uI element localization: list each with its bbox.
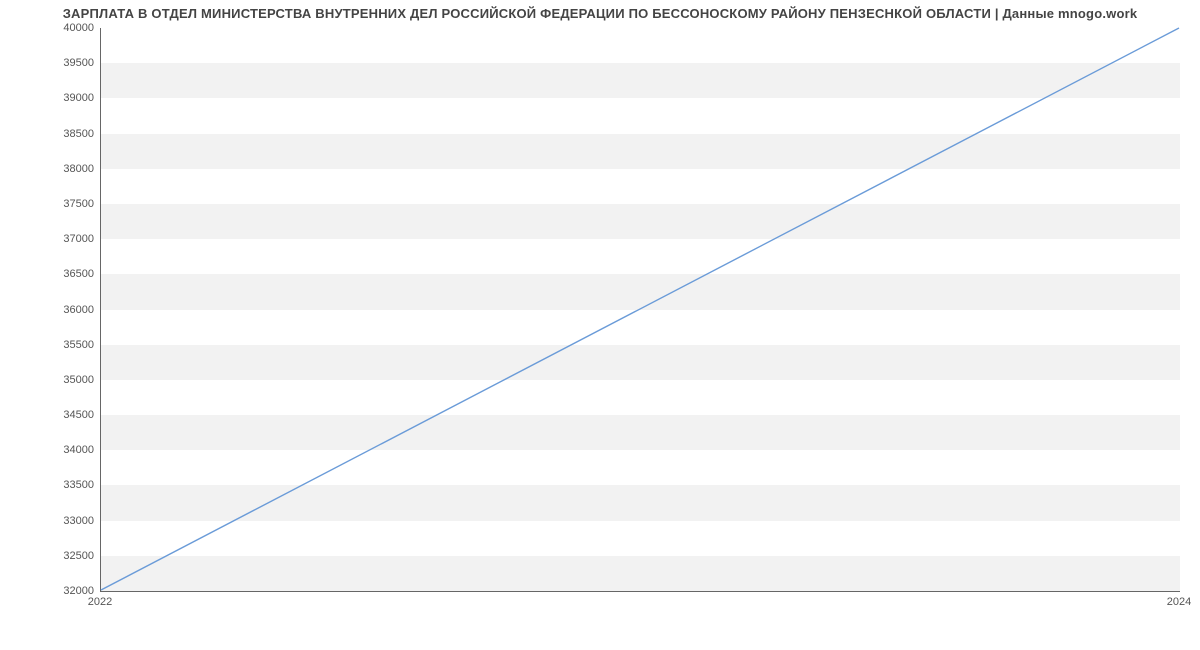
y-tick-label: 39500 [6, 57, 94, 69]
y-tick-label: 34000 [6, 444, 94, 456]
y-tick-label: 40000 [6, 22, 94, 34]
salary-chart: ЗАРПЛАТА В ОТДЕЛ МИНИСТЕРСТВА ВНУТРЕННИХ… [0, 0, 1200, 620]
y-tick-label: 38000 [6, 163, 94, 175]
chart-title: ЗАРПЛАТА В ОТДЕЛ МИНИСТЕРСТВА ВНУТРЕННИХ… [0, 6, 1200, 21]
y-tick-label: 37000 [6, 233, 94, 245]
x-tick-label: 2022 [88, 596, 112, 608]
y-tick-label: 36000 [6, 304, 94, 316]
y-tick-label: 36500 [6, 268, 94, 280]
y-tick-label: 37500 [6, 198, 94, 210]
x-tick-label: 2024 [1167, 596, 1191, 608]
y-tick-label: 33000 [6, 515, 94, 527]
y-tick-label: 38500 [6, 128, 94, 140]
y-tick-label: 39000 [6, 92, 94, 104]
y-tick-label: 32500 [6, 550, 94, 562]
plot-area [100, 28, 1180, 592]
y-tick-label: 35500 [6, 339, 94, 351]
y-tick-label: 33500 [6, 479, 94, 491]
data-series-line [101, 28, 1179, 590]
y-tick-label: 32000 [6, 585, 94, 597]
y-tick-label: 34500 [6, 409, 94, 421]
line-layer [101, 28, 1180, 591]
y-tick-label: 35000 [6, 374, 94, 386]
